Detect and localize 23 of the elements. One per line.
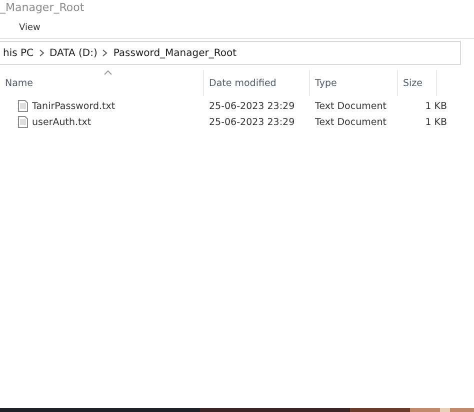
type-cell: Text Document (315, 116, 386, 128)
text-file-icon (18, 116, 28, 128)
file-name[interactable]: TanirPassword.txt (32, 100, 116, 112)
size-cell: 1 KB (425, 100, 447, 112)
chevron-icon (102, 49, 108, 57)
date-cell: 25-06-2023 23:29 (209, 116, 295, 128)
breadcrumb-item[interactable]: DATA (D:) (46, 48, 100, 58)
breadcrumb-item[interactable]: Password_Manager_Root (110, 48, 240, 58)
window-title: _Manager_Root (0, 0, 86, 16)
file-name[interactable]: userAuth.txt (32, 116, 92, 128)
column-header[interactable]: Name (0, 70, 204, 96)
date-cell: 25-06-2023 23:29 (209, 100, 295, 112)
type-cell: Text Document (315, 100, 386, 112)
sort-caret-icon (104, 70, 112, 75)
address-bar[interactable]: his PC DATA (D:) Password_Manager_Root (0, 41, 461, 65)
column-header[interactable]: Type (310, 70, 398, 96)
size-cell: 1 KB (425, 116, 447, 128)
column-header[interactable]: Date modified (204, 70, 310, 96)
ribbon-tab[interactable]: View (17, 23, 42, 33)
text-file-icon (18, 100, 28, 112)
chevron-icon (38, 49, 45, 57)
breadcrumb-item[interactable]: his PC (0, 48, 37, 58)
column-header[interactable]: Size (398, 70, 437, 96)
